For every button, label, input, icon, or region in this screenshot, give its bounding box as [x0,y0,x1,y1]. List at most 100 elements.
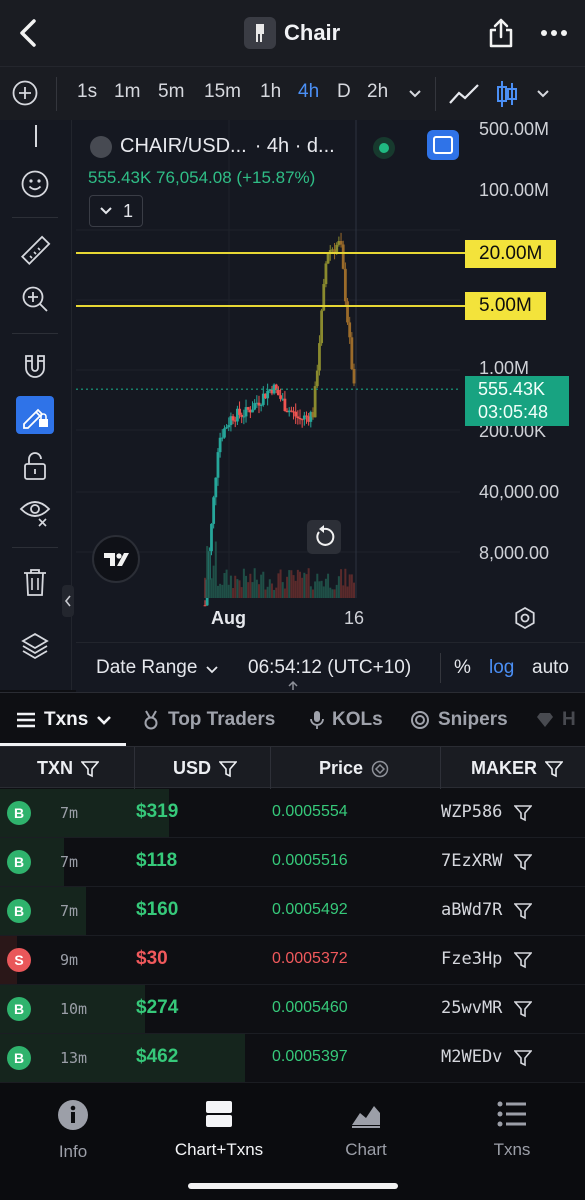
candle-body [266,390,270,399]
alert-line-5m[interactable] [76,305,466,307]
toolbar-collapse-handle[interactable] [62,585,74,617]
line-chart-icon[interactable] [448,81,480,107]
emoji-tool-icon[interactable] [16,165,54,203]
tab-holders[interactable]: H [536,709,576,731]
txn-maker[interactable]: WZP586 [441,802,502,822]
table-row[interactable]: B 7m $160 0.0005492 aBWd7R [0,887,585,936]
txn-maker[interactable]: 25wvMR [441,998,502,1018]
tf-2h[interactable]: 2h [367,81,388,103]
volume-bar [219,583,222,598]
txn-maker[interactable]: 7EzXRW [441,851,502,871]
share-icon[interactable] [486,17,516,49]
currency-toggle-icon [371,760,389,777]
volume-bar [206,546,209,598]
ohlc-stats: 555.43K 76,054.08 (+15.87%) [88,168,316,187]
tf-1s[interactable]: 1s [77,81,97,103]
filter-icon[interactable] [514,853,532,871]
tab-top-traders[interactable]: Top Traders [142,709,275,731]
tradingview-logo[interactable] [92,535,140,583]
volume-bar [333,589,336,598]
trash-icon[interactable] [16,563,54,601]
nav-label: Chart+Txns [174,1140,264,1159]
volume-bar [210,578,213,598]
area-chart-icon [352,1106,380,1128]
more-icon[interactable] [540,29,568,37]
header-price[interactable]: Price [319,758,389,779]
filter-icon [81,760,99,777]
filter-icon[interactable] [514,1000,532,1018]
txn-age: 7m [60,804,79,822]
add-indicator-icon[interactable] [12,80,38,106]
tf-1m[interactable]: 1m [114,81,140,103]
lock-drawing-icon[interactable] [16,396,54,434]
table-row[interactable]: B 10m $274 0.0005460 25wvMR [0,985,585,1034]
percent-toggle[interactable]: % [454,657,471,679]
tf-4h[interactable]: 4h [298,81,319,103]
chevron-down-icon[interactable] [408,89,422,99]
candle-body [210,523,213,552]
volume-bar [294,580,297,598]
unlock-icon[interactable] [16,447,54,485]
clock-time[interactable]: 06:54:12 (UTC+10) [248,657,411,679]
zoom-in-icon[interactable] [16,280,54,318]
fullscreen-icon[interactable] [427,130,459,160]
volume-bar [281,582,284,598]
volume-bar [316,573,319,598]
filter-icon[interactable] [514,951,532,969]
side-badge: B [7,850,31,874]
chevron-down-icon [97,716,112,725]
back-chevron-icon[interactable] [14,18,42,48]
txn-maker[interactable]: aBWd7R [441,900,502,920]
tf-15m[interactable]: 15m [204,81,241,103]
header-usd[interactable]: USD [173,758,238,779]
log-toggle[interactable]: log [489,657,514,679]
filter-icon[interactable] [514,902,532,920]
alert-tag-20m[interactable]: 20.00M [465,240,557,268]
tf-5m[interactable]: 5m [158,81,184,103]
header-txn[interactable]: TXN [37,758,99,779]
tab-snipers[interactable]: Snipers [410,709,508,731]
volume-bar [229,575,232,598]
table-row[interactable]: B 7m $319 0.0005554 WZP586 [0,789,585,838]
symbol-header[interactable]: CHAIR/USD... · 4h · d... [90,135,335,158]
tf-d[interactable]: D [337,81,351,103]
magnet-icon[interactable] [16,348,54,386]
tab-txns[interactable]: Txns [16,709,112,731]
auto-toggle[interactable]: auto [532,657,569,679]
ruler-tool-icon[interactable] [16,232,54,270]
nav-txns[interactable]: Txns [457,1099,567,1160]
tab-kols[interactable]: KOLs [310,709,383,731]
tf-1h[interactable]: 1h [260,81,281,103]
current-price: 555.43K [478,379,546,399]
layers-icon[interactable] [16,627,54,665]
candle-body [320,310,324,344]
chevron-down-icon[interactable] [206,666,218,674]
header-label: MAKER [471,758,537,778]
table-row[interactable]: B 13m $462 0.0005397 M2WEDv [0,1034,585,1083]
alert-tag-5m[interactable]: 5.00M [465,292,546,320]
nav-chart-txns[interactable]: Chart+Txns [164,1099,274,1160]
volume-bar [337,576,340,598]
table-row[interactable]: S 9m $30 0.0005372 Fze3Hp [0,936,585,985]
txn-maker[interactable]: M2WEDv [441,1047,502,1067]
filter-icon[interactable] [514,1049,532,1067]
volume-bar [262,571,265,598]
reset-chart-icon[interactable] [307,520,341,554]
eye-icon[interactable] [16,493,54,531]
table-row[interactable]: B 7m $118 0.0005516 7EzXRW [0,838,585,887]
chart-settings-icon[interactable] [513,606,537,630]
cursor-tool-icon[interactable] [34,125,38,147]
txn-maker[interactable]: Fze3Hp [441,949,502,969]
filter-icon[interactable] [514,804,532,822]
candlestick-icon[interactable] [496,79,518,109]
indicators-toggle[interactable]: 1 [89,195,143,227]
nav-chart[interactable]: Chart [311,1099,421,1160]
volume-bar [320,580,323,598]
chart-type-chevron-icon[interactable] [536,89,550,99]
date-range-button[interactable]: Date Range [96,657,197,679]
alert-line-20m[interactable] [76,252,466,254]
volume-bar [273,589,276,598]
header-maker[interactable]: MAKER [471,758,563,779]
txn-usd: $30 [136,948,168,969]
nav-info[interactable]: Info [18,1099,128,1162]
